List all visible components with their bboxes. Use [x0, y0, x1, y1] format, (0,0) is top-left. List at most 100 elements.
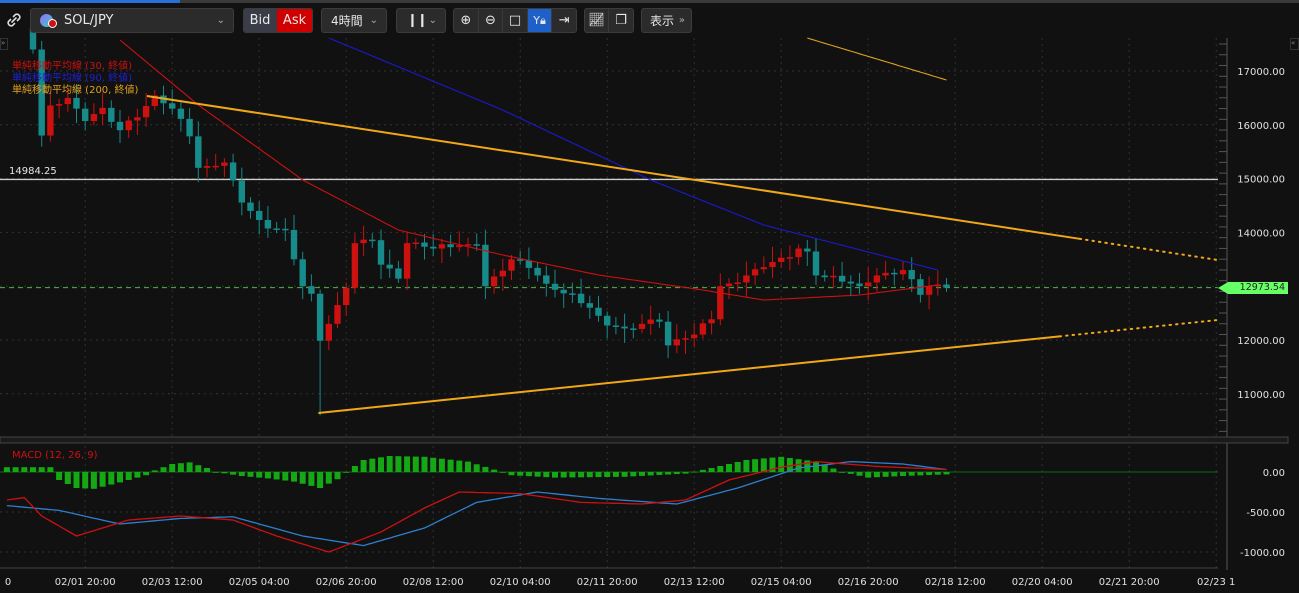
- candle[interactable]: [482, 229, 489, 299]
- zoom-in-button[interactable]: ⊕: [454, 9, 479, 32]
- candle[interactable]: [116, 110, 124, 143]
- chart-type-select[interactable]: ❙❙ ⌄: [396, 8, 446, 33]
- candle[interactable]: [551, 269, 559, 298]
- expand-left-button[interactable]: »: [0, 38, 8, 50]
- candle[interactable]: [195, 121, 202, 183]
- candle[interactable]: [795, 244, 802, 265]
- candle[interactable]: [421, 233, 428, 260]
- candle[interactable]: [769, 246, 776, 279]
- candle[interactable]: [316, 289, 324, 416]
- candle[interactable]: [412, 238, 419, 250]
- candle[interactable]: [282, 218, 289, 242]
- candle[interactable]: [821, 270, 828, 282]
- candle[interactable]: [882, 261, 889, 280]
- candle[interactable]: [934, 270, 941, 296]
- candle[interactable]: [586, 295, 593, 319]
- candle[interactable]: [160, 85, 167, 115]
- candle[interactable]: [308, 274, 315, 302]
- candle[interactable]: [925, 276, 933, 310]
- legend-sma90[interactable]: 単純移動平均線 (90, 終値): [12, 73, 138, 85]
- expand-right-button[interactable]: «: [1290, 38, 1299, 50]
- candle[interactable]: [360, 225, 367, 256]
- candle[interactable]: [943, 278, 950, 292]
- candle[interactable]: [899, 261, 907, 281]
- candle[interactable]: [725, 278, 733, 299]
- candle[interactable]: [856, 272, 863, 294]
- candle[interactable]: [734, 272, 741, 292]
- legend-macd[interactable]: MACD (12, 26, 9): [12, 450, 97, 462]
- candle[interactable]: [290, 214, 298, 266]
- candle[interactable]: [351, 233, 359, 294]
- candle[interactable]: [830, 266, 837, 289]
- legend-sma200[interactable]: 単純移動平均線 (200, 終値): [12, 85, 138, 97]
- candle[interactable]: [647, 305, 654, 335]
- candle[interactable]: [490, 268, 498, 294]
- candle[interactable]: [438, 238, 446, 263]
- bid-button[interactable]: Bid: [244, 9, 278, 32]
- candle[interactable]: [212, 154, 219, 171]
- candle[interactable]: [656, 313, 663, 328]
- candle[interactable]: [699, 319, 707, 339]
- candle[interactable]: [525, 247, 533, 279]
- candle[interactable]: [299, 251, 306, 299]
- candle[interactable]: [743, 261, 750, 297]
- candle[interactable]: [273, 221, 280, 234]
- candle[interactable]: [708, 310, 715, 335]
- trendline-upper[interactable]: [146, 95, 1080, 240]
- candle[interactable]: [169, 89, 176, 115]
- candle[interactable]: [560, 283, 567, 308]
- candle[interactable]: [229, 153, 237, 187]
- candle[interactable]: [664, 310, 672, 359]
- candle[interactable]: [751, 262, 759, 285]
- candle[interactable]: [456, 231, 463, 252]
- candle[interactable]: [508, 254, 515, 281]
- candle[interactable]: [134, 108, 141, 135]
- candle[interactable]: [865, 267, 872, 301]
- candle[interactable]: [90, 103, 98, 126]
- candle[interactable]: [142, 93, 150, 127]
- candle[interactable]: [891, 268, 898, 286]
- candle[interactable]: [838, 261, 846, 288]
- candle[interactable]: [621, 313, 628, 343]
- display-menu-button[interactable]: 表示 »: [641, 8, 692, 33]
- candle[interactable]: [151, 90, 158, 111]
- candle[interactable]: [177, 102, 185, 132]
- candle[interactable]: [256, 201, 263, 235]
- candle[interactable]: [186, 108, 193, 145]
- y-lock-button[interactable]: Y🔒︎: [527, 9, 553, 32]
- candle[interactable]: [386, 249, 393, 278]
- candle[interactable]: [786, 245, 794, 271]
- candle[interactable]: [630, 323, 637, 339]
- candle[interactable]: [403, 231, 411, 290]
- candle[interactable]: [108, 100, 115, 128]
- candle[interactable]: [377, 229, 385, 280]
- candle[interactable]: [99, 92, 106, 126]
- chart-canvas[interactable]: 17000.0016000.0015000.0014000.0013000.00…: [0, 0, 1299, 593]
- candle[interactable]: [577, 278, 585, 308]
- candle[interactable]: [812, 238, 820, 285]
- candle[interactable]: [534, 262, 541, 282]
- candle[interactable]: [778, 250, 785, 268]
- candle[interactable]: [917, 273, 924, 303]
- candle[interactable]: [691, 322, 698, 348]
- timeframe-select[interactable]: 4時間 ⌄: [321, 8, 387, 33]
- candle[interactable]: [395, 260, 402, 283]
- pane-separator[interactable]: [0, 436, 1289, 444]
- candle[interactable]: [673, 324, 680, 354]
- scroll-to-latest-button[interactable]: ⇥: [552, 9, 576, 32]
- candle[interactable]: [543, 265, 550, 297]
- legend-sma30[interactable]: 単純移動平均線 (30, 終値): [12, 61, 138, 73]
- candle[interactable]: [447, 234, 454, 257]
- candle[interactable]: [325, 315, 332, 351]
- candle[interactable]: [717, 273, 724, 326]
- candle[interactable]: [760, 256, 767, 274]
- candle[interactable]: [569, 282, 576, 304]
- symbol-select[interactable]: SOL/JPY ⌄: [30, 8, 234, 33]
- candle[interactable]: [873, 267, 881, 292]
- candle[interactable]: [682, 330, 689, 354]
- candle[interactable]: [264, 206, 272, 238]
- candle[interactable]: [203, 158, 211, 178]
- candle[interactable]: [221, 158, 228, 177]
- add-indicator-button[interactable]: 📈︎: [585, 9, 610, 32]
- candle[interactable]: [638, 314, 646, 334]
